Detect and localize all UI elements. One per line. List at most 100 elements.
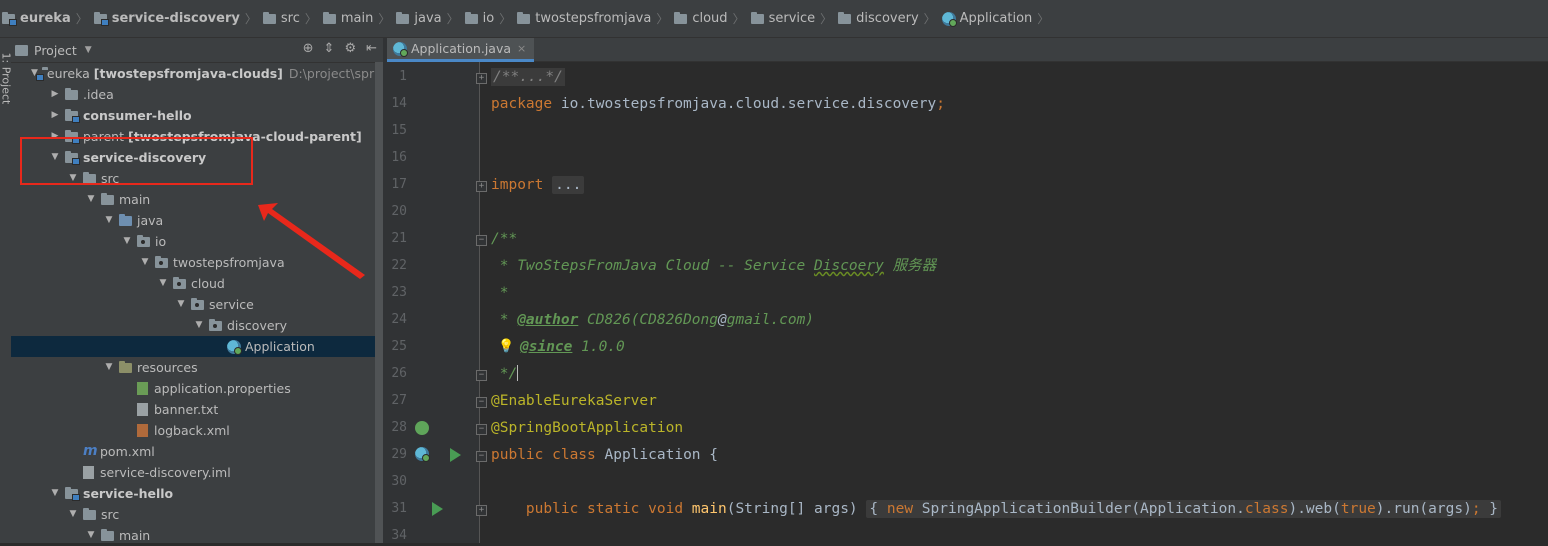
- collapse-fold-icon[interactable]: −: [476, 424, 487, 435]
- folder-icon: [101, 528, 114, 541]
- locate-icon[interactable]: ⊕: [303, 41, 314, 56]
- tree-item-logback-xml[interactable]: logback.xml: [11, 420, 383, 441]
- tree-item-eureka[interactable]: ▼ eureka [twostepsfromjava-clouds] D:\proje…: [11, 63, 383, 84]
- spring-boot-icon[interactable]: [415, 447, 430, 462]
- breadcrumb-separator: 〉: [732, 12, 745, 26]
- module-folder-icon: [65, 129, 80, 144]
- breadcrumb-label: eureka: [20, 11, 71, 26]
- expand-fold-icon[interactable]: +: [476, 505, 487, 516]
- code-editor[interactable]: /**...*/ package io.twostepsfromjava.clo…: [491, 62, 1548, 543]
- expand-arrow-icon[interactable]: ▼: [175, 294, 187, 315]
- semicolon: ;: [936, 96, 945, 112]
- expand-arrow-icon[interactable]: ▼: [193, 315, 205, 336]
- tree-item-pom-xml[interactable]: m pom.xml: [11, 441, 383, 462]
- expand-arrow-icon[interactable]: ▼: [49, 147, 61, 168]
- tree-item-src[interactable]: ▼ src: [11, 168, 383, 189]
- folded-imports[interactable]: ...: [552, 176, 585, 194]
- tree-item-twostepsfromjava[interactable]: ▼ twostepsfromjava: [11, 252, 383, 273]
- tree-item-cloud[interactable]: ▼ cloud: [11, 273, 383, 294]
- line-number: 14: [391, 96, 407, 111]
- hide-panel-icon[interactable]: ⇤: [366, 41, 377, 56]
- breadcrumb-label: src: [280, 11, 300, 26]
- tree-item-application-properties[interactable]: application.properties: [11, 378, 383, 399]
- brace: {: [869, 501, 887, 517]
- tree-item-application[interactable]: Application: [11, 336, 383, 357]
- tree-item-java[interactable]: ▼ java: [11, 210, 383, 231]
- breadcrumb-item[interactable]: discovery: [838, 11, 919, 26]
- tree-item-service-discovery[interactable]: ▼ service-discovery: [11, 147, 383, 168]
- class-icon: [941, 11, 957, 27]
- expand-arrow-icon[interactable]: ▼: [139, 252, 151, 273]
- expand-arrow-icon[interactable]: ▼: [67, 504, 79, 525]
- collapse-arrow-icon[interactable]: ▶: [49, 105, 61, 126]
- tree-item-parent[interactable]: ▶ parent [twostepsfromjava-cloud-parent]: [11, 126, 383, 147]
- expand-arrow-icon[interactable]: ▼: [103, 210, 115, 231]
- collapse-arrow-icon[interactable]: ▶: [49, 84, 61, 105]
- expand-arrow-icon[interactable]: ▼: [67, 168, 79, 189]
- folder-icon: [93, 11, 109, 26]
- project-panel-title[interactable]: Project: [34, 43, 77, 58]
- expand-fold-icon[interactable]: +: [476, 73, 487, 84]
- run-icon[interactable]: [450, 448, 461, 462]
- tree-item-label: logback.xml: [154, 423, 230, 438]
- tree-item-consumer-hello[interactable]: ▶ consumer-hello: [11, 105, 383, 126]
- comment-text: 1.0.0: [572, 339, 625, 355]
- tree-item-io[interactable]: ▼ io: [11, 231, 383, 252]
- folded-method-body[interactable]: { new SpringApplicationBuilder(Applicati…: [866, 500, 1502, 518]
- folded-comment[interactable]: /**...*/: [491, 68, 565, 86]
- gear-icon[interactable]: ⚙: [344, 41, 356, 56]
- tree-item-src[interactable]: ▼ src: [11, 504, 383, 525]
- tree-item-label: parent: [83, 129, 124, 144]
- breadcrumb-item[interactable]: src: [262, 11, 300, 26]
- expand-arrow-icon[interactable]: ▼: [121, 231, 133, 252]
- folder-icon: [322, 11, 336, 24]
- xml-file-icon: [137, 424, 148, 437]
- expand-arrow-icon[interactable]: ▼: [103, 357, 115, 378]
- collapse-all-icon[interactable]: ⇕: [324, 41, 335, 56]
- tree-item-discovery[interactable]: ▼ discovery: [11, 315, 383, 336]
- code-line-24: * @author CD826(CD826Dong@gmail.com): [491, 307, 814, 334]
- collapse-fold-icon[interactable]: −: [476, 451, 487, 462]
- breadcrumb-item[interactable]: service: [750, 11, 815, 26]
- spring-bean-icon[interactable]: [415, 421, 429, 435]
- folder-icon: [464, 11, 478, 24]
- code-line-28: @SpringBootApplication: [491, 420, 684, 436]
- project-tree-scrollbar[interactable]: [375, 62, 383, 543]
- close-icon[interactable]: ×: [517, 42, 526, 55]
- folder-icon: [2, 11, 17, 26]
- collapse-arrow-icon[interactable]: ▶: [49, 126, 61, 147]
- collapse-fold-icon[interactable]: −: [476, 397, 487, 408]
- tree-item-banner-txt[interactable]: banner.txt: [11, 399, 383, 420]
- tab-application-java[interactable]: Application.java ×: [387, 38, 535, 62]
- tree-item-label: resources: [137, 360, 198, 375]
- breadcrumb-item[interactable]: eureka: [2, 11, 71, 26]
- run-icon[interactable]: [432, 502, 443, 516]
- tree-item-main[interactable]: ▼ main: [11, 189, 383, 210]
- breadcrumb-item[interactable]: io: [464, 11, 494, 26]
- expand-arrow-icon[interactable]: ▼: [157, 273, 169, 294]
- chevron-down-icon[interactable]: ▼: [85, 45, 92, 55]
- collapse-fold-icon[interactable]: −: [476, 370, 487, 381]
- collapse-fold-icon[interactable]: −: [476, 235, 487, 246]
- tree-item-service[interactable]: ▼ service: [11, 294, 383, 315]
- expand-arrow-icon[interactable]: ▼: [85, 189, 97, 210]
- tree-item-label: src: [101, 507, 120, 522]
- expand-arrow-icon[interactable]: ▼: [49, 483, 61, 504]
- tree-item-service-hello[interactable]: ▼ service-hello: [11, 483, 383, 504]
- code-text: SpringApplicationBuilder(Application.: [913, 501, 1245, 517]
- breadcrumb-item[interactable]: Application: [941, 11, 1032, 27]
- tree-item-service-discovery-iml[interactable]: service-discovery.iml: [11, 462, 383, 483]
- tree-item-resources[interactable]: ▼ resources: [11, 357, 383, 378]
- breadcrumb-item[interactable]: cloud: [674, 11, 728, 26]
- expand-fold-icon[interactable]: +: [476, 181, 487, 192]
- breadcrumb-separator: 〉: [244, 12, 257, 26]
- breadcrumb-item[interactable]: java: [396, 11, 442, 26]
- code-line-29: public class Application {: [491, 442, 718, 469]
- breadcrumb-item[interactable]: twostepsfromjava: [517, 11, 651, 26]
- breadcrumb-separator: 〉: [446, 12, 459, 26]
- breadcrumb-item[interactable]: service-discovery: [93, 11, 240, 26]
- tree-item-idea[interactable]: ▶ .idea: [11, 84, 383, 105]
- comment-text: gmail.com): [726, 312, 815, 328]
- breadcrumb-item[interactable]: main: [322, 11, 373, 26]
- package-icon: [173, 276, 186, 289]
